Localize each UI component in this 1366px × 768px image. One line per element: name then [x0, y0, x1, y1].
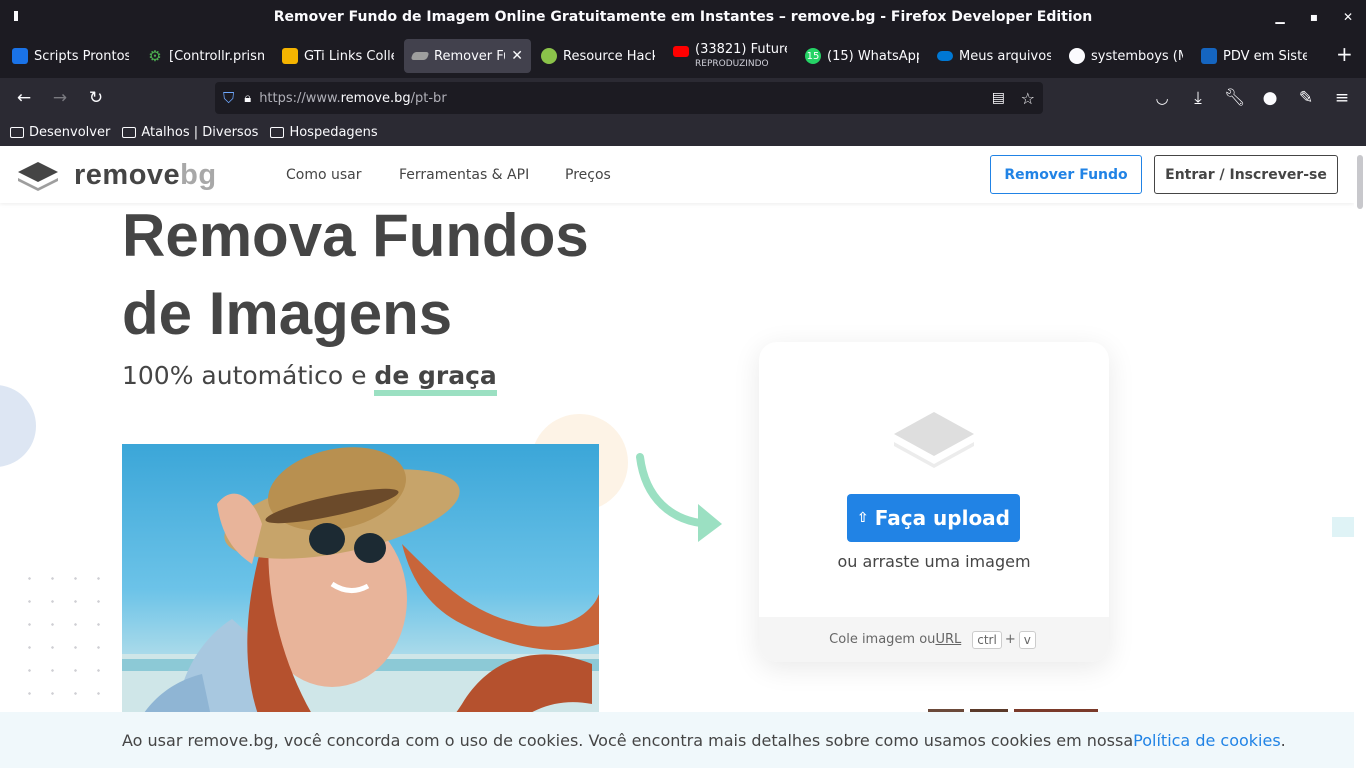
whatsapp-icon: 15 — [805, 48, 821, 64]
github-icon — [1069, 48, 1085, 64]
bookmark-folder[interactable]: Desenvolver — [10, 125, 110, 140]
maximize-icon[interactable]: ▪ — [1306, 9, 1322, 25]
menu-icon[interactable]: ≡ — [1332, 88, 1352, 108]
key-v: v — [1018, 630, 1036, 649]
tab-strip: Scripts Prontos ⚙ [Controllr.prism GTi L… — [0, 34, 1366, 78]
tab-whatsapp[interactable]: 15 (15) WhatsApp — [797, 39, 927, 73]
bookmark-star-icon[interactable]: ☆ — [1021, 89, 1035, 108]
folder-icon — [122, 126, 137, 138]
key-ctrl: ctrl — [972, 630, 1002, 649]
back-icon[interactable]: ← — [14, 88, 34, 108]
nav-como-usar[interactable]: Como usar — [286, 167, 362, 183]
tab-close-icon[interactable]: ✕ — [511, 48, 523, 64]
site-header: removebg Como usar Ferramentas & API Pre… — [0, 147, 1354, 203]
cube-icon — [12, 48, 28, 64]
tab-youtube[interactable]: (33821) Future REPRODUZINDO — [665, 39, 795, 73]
folder-icon — [10, 126, 24, 138]
decor-circle — [0, 385, 36, 467]
page-scrollbar[interactable] — [1354, 147, 1366, 768]
upload-icon: ⇧ — [857, 510, 869, 526]
reload-icon[interactable]: ↻ — [86, 88, 106, 108]
url-bar[interactable]: ⛉ 🔒︎ https://www.remove.bg/pt-br ▤ ☆ — [215, 82, 1043, 114]
bookmark-folder[interactable]: Atalhos | Diversos — [122, 125, 258, 140]
decor-dots — [18, 567, 118, 717]
gear-icon: ⚙ — [148, 47, 162, 65]
window-title: Remover Fundo de Imagem Online Gratuitam… — [273, 9, 1093, 25]
new-tab-button[interactable]: + — [1336, 42, 1353, 66]
pocket-icon[interactable]: ◡ — [1152, 88, 1172, 108]
cloud-icon — [937, 51, 953, 61]
decor-square — [1332, 517, 1354, 537]
nav-precos[interactable]: Preços — [565, 167, 611, 183]
upload-image-button[interactable]: ⇧ Faça upload — [847, 494, 1020, 542]
tab-gti-links[interactable]: GTi Links Collec — [274, 39, 402, 73]
lock-icon[interactable]: 🔒︎ — [244, 91, 251, 106]
upload-card: ⇧ Faça upload ou arraste uma imagem Cole… — [759, 342, 1109, 662]
folder-icon — [270, 126, 285, 138]
drag-hint: ou arraste uma imagem — [837, 552, 1031, 571]
gti-logo-icon — [282, 48, 298, 64]
layers-placeholder-icon — [894, 412, 974, 468]
window-titlebar: Remover Fundo de Imagem Online Gratuitam… — [0, 0, 1366, 34]
youtube-icon — [673, 46, 689, 57]
url-link[interactable]: URL — [935, 632, 961, 647]
removebg-icon — [410, 52, 430, 60]
trello-icon — [1201, 48, 1217, 64]
hero-title: Remova Fundos de Imagens — [122, 202, 589, 347]
reader-view-icon[interactable]: ▤ — [992, 90, 1005, 106]
curved-arrow-icon — [636, 453, 722, 542]
forward-icon[interactable]: → — [50, 88, 70, 108]
tab-resource-hacker[interactable]: Resource Hacke — [533, 39, 663, 73]
bookmark-folder[interactable]: Hospedagens — [270, 125, 378, 140]
wrench-icon[interactable]: 🔧︎ — [1224, 88, 1246, 108]
close-window-icon[interactable]: ✕ — [1340, 9, 1356, 25]
tab-remove-bg[interactable]: Remover Fund ✕ — [404, 39, 531, 73]
tab-github[interactable]: systemboys (M — [1061, 39, 1191, 73]
download-icon[interactable]: ⤓ — [1188, 88, 1208, 108]
layers-logo-icon — [18, 161, 58, 191]
bookmarks-toolbar: Desenvolver Atalhos | Diversos Hospedage… — [0, 118, 1366, 146]
paste-hint: Cole imagem ou URL ctrl + v — [759, 617, 1109, 662]
eyedropper-icon[interactable]: ✎ — [1296, 88, 1316, 108]
login-signup-button[interactable]: Entrar / Inscrever-se — [1154, 155, 1338, 194]
scrollbar-thumb[interactable] — [1357, 155, 1363, 209]
window-menu-icon[interactable] — [14, 11, 18, 21]
page-viewport: removebg Como usar Ferramentas & API Pre… — [0, 147, 1354, 768]
tab-pdv[interactable]: PDV em Sistem — [1193, 39, 1315, 73]
cookie-policy-link[interactable]: Política de cookies — [1133, 731, 1281, 750]
nav-ferramentas-api[interactable]: Ferramentas & API — [399, 167, 529, 183]
tab-scripts-prontos[interactable]: Scripts Prontos — [4, 39, 137, 73]
shield-icon[interactable]: ⛉ — [223, 89, 234, 107]
minimize-icon[interactable]: ▁ — [1272, 9, 1288, 25]
cookie-banner: Ao usar remove.bg, você concorda com o u… — [0, 712, 1354, 768]
rh-icon — [541, 48, 557, 64]
removebg-logo[interactable]: removebg — [16, 159, 217, 192]
nav-toolbar: ← → ↻ ⛉ 🔒︎ https://www.remove.bg/pt-br ▤… — [0, 78, 1366, 118]
hero-subtitle: 100% automático e de graça — [122, 361, 497, 396]
remove-background-button[interactable]: Remover Fundo — [990, 155, 1142, 194]
tab-onedrive[interactable]: Meus arquivos — [929, 39, 1059, 73]
tab-controllr[interactable]: ⚙ [Controllr.prism — [139, 39, 272, 73]
extension-icon[interactable]: ● — [1260, 88, 1280, 108]
